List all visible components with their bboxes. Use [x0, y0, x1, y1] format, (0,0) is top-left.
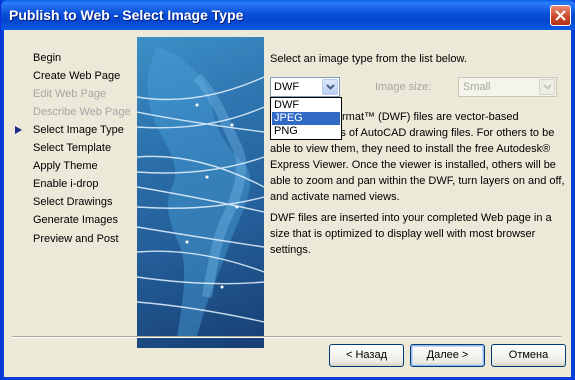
- wizard-banner-image: [137, 37, 264, 348]
- step-select-template: Select Template: [33, 142, 112, 154]
- close-icon: [555, 10, 566, 21]
- instruction-text: Select an image type from the list below…: [270, 53, 467, 65]
- description-line: able to zoom and pan within the DWF, tur…: [270, 175, 565, 187]
- back-button[interactable]: < Назад: [329, 344, 404, 367]
- cancel-button[interactable]: Отмена: [491, 344, 566, 367]
- step-describe-web-page: Describe Web Page: [33, 106, 131, 118]
- step-preview-and-post: Preview and Post: [33, 233, 119, 245]
- image-type-dropdown-list: DWF JPEG PNG: [270, 97, 342, 140]
- step-begin: Begin: [33, 52, 62, 64]
- step-generate-images: Generate Images: [33, 214, 118, 226]
- description-line: size that is optimized to display well w…: [270, 228, 536, 240]
- step-select-image-type: Select Image Type: [33, 124, 124, 136]
- image-type-option-png[interactable]: PNG: [272, 125, 340, 138]
- current-step-arrow-icon: [15, 126, 22, 134]
- window-title: Publish to Web - Select Image Type: [9, 7, 244, 23]
- image-type-option-dwf[interactable]: DWF: [272, 99, 340, 112]
- image-size-value: Small: [463, 81, 491, 93]
- dialog-body: Begin Create Web Page Edit Web Page Desc…: [4, 30, 571, 377]
- description-line: settings.: [270, 244, 311, 256]
- chevron-down-icon: [543, 84, 552, 90]
- image-type-value: DWF: [274, 81, 300, 93]
- description-line: Express Viewer. Once the viewer is insta…: [270, 159, 556, 171]
- dialog-window: Publish to Web - Select Image Type Begin…: [0, 0, 575, 380]
- title-bar[interactable]: Publish to Web - Select Image Type: [1, 0, 575, 30]
- description-line: able to view them, they need to install …: [270, 143, 551, 155]
- wizard-steps: Begin Create Web Page Edit Web Page Desc…: [4, 30, 137, 348]
- content-panel: Select an image type from the list below…: [268, 30, 568, 348]
- button-divider: [12, 336, 561, 338]
- image-size-label: Image size:: [375, 81, 432, 93]
- step-apply-theme: Apply Theme: [33, 160, 98, 172]
- image-type-select[interactable]: DWF: [270, 77, 340, 97]
- image-type-dropdown-button[interactable]: [322, 79, 338, 95]
- step-enable-i-drop: Enable i-drop: [33, 178, 99, 190]
- step-edit-web-page: Edit Web Page: [33, 88, 107, 100]
- image-size-dropdown-button[interactable]: [539, 79, 555, 95]
- description-line: and activate named views.: [270, 191, 400, 203]
- description-line: DWF files are inserted into your complet…: [270, 212, 552, 224]
- step-select-drawings: Select Drawings: [33, 196, 113, 208]
- next-button[interactable]: Далее >: [410, 344, 485, 367]
- image-type-option-jpeg[interactable]: JPEG: [272, 112, 340, 125]
- image-size-select[interactable]: Small: [458, 77, 557, 97]
- chevron-down-icon: [326, 84, 335, 90]
- close-button[interactable]: [550, 5, 571, 26]
- step-create-web-page: Create Web Page: [33, 70, 121, 82]
- description-line: rmat™ (DWF) files are vector-based: [342, 111, 519, 123]
